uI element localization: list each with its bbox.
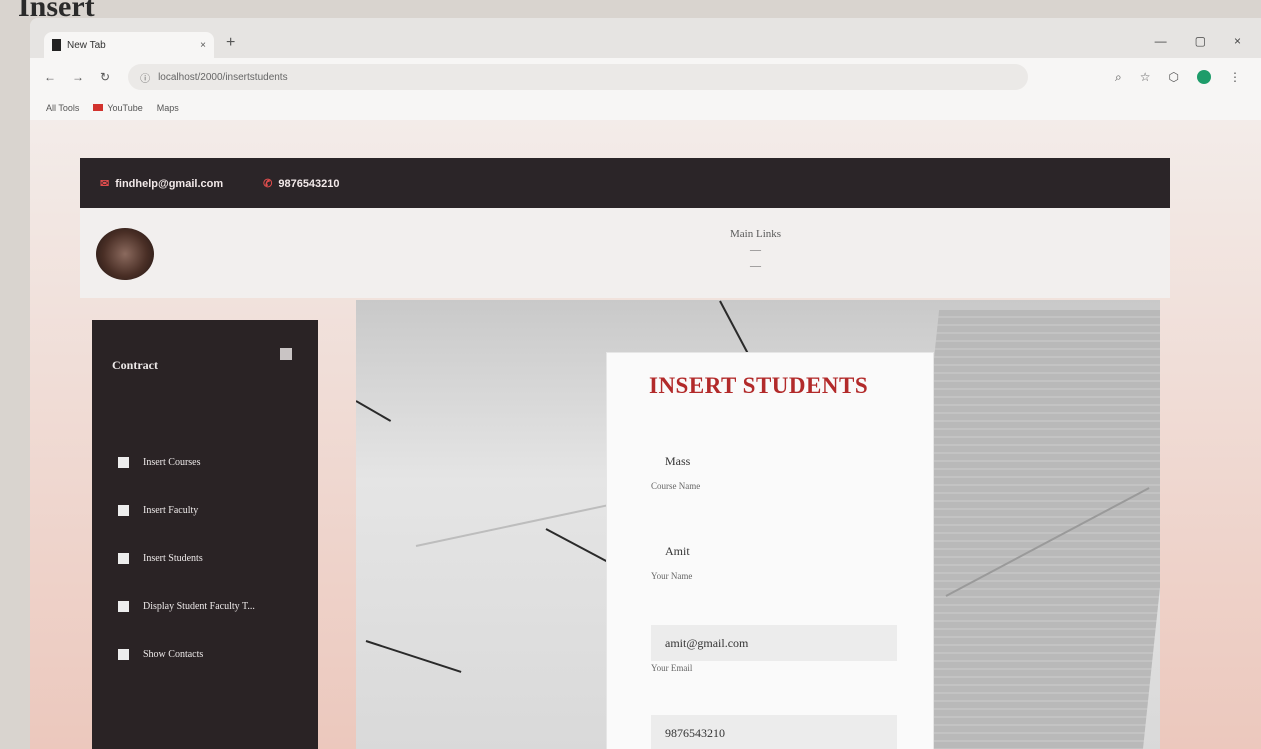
contact-topbar: ✉ findhelp@gmail.com ✆ 9876543210	[80, 158, 1170, 208]
close-window-button[interactable]: ×	[1234, 34, 1241, 48]
your-email-label: Your Email	[651, 663, 693, 673]
bookmarks-bar: All Tools YouTube Maps	[30, 96, 1261, 120]
address-bar[interactable]: ⓘ localhost/2000/insertstudents	[128, 64, 1029, 90]
site-info-icon[interactable]: ⓘ	[140, 70, 150, 85]
sidebar-item-display[interactable]: Display Student Faculty T...	[118, 582, 255, 630]
menu-kebab-icon[interactable]: ⋮	[1229, 70, 1241, 84]
back-button[interactable]: ←	[44, 70, 56, 84]
email-info[interactable]: ✉ findhelp@gmail.com	[100, 177, 223, 190]
bullet-icon	[118, 600, 129, 612]
reload-button[interactable]: ↻	[100, 70, 110, 84]
nav-link-3[interactable]: —	[750, 260, 761, 272]
tab-bar: New Tab × + — ▢ ×	[30, 18, 1261, 58]
form-title: INSERT STUDENTS	[649, 373, 869, 398]
site-logo[interactable]	[96, 228, 154, 280]
web-page: ✉ findhelp@gmail.com ✆ 9876543210 Main Lin…	[30, 120, 1261, 749]
nav-link-main[interactable]: Main Links	[730, 228, 781, 240]
your-email-field: amit@gmail.com Your Email	[651, 625, 897, 673]
bullet-icon	[118, 504, 129, 516]
phone-field: 9876543210	[651, 715, 897, 749]
new-tab-button[interactable]: +	[226, 34, 235, 52]
sidebar: Contract Insert Courses Insert Faculty I…	[92, 320, 318, 749]
bookmark-all-tools[interactable]: All Tools	[46, 103, 79, 113]
bullet-icon	[118, 552, 129, 564]
sidebar-item-insert-courses[interactable]: Insert Courses	[118, 438, 255, 486]
browser-toolbar: ← → ↻ ⓘ localhost/2000/insertstudents ⌕ …	[30, 58, 1261, 96]
forward-button[interactable]: →	[72, 70, 84, 84]
hamburger-icon[interactable]	[280, 348, 292, 360]
bullet-icon	[118, 456, 129, 468]
maximize-button[interactable]: ▢	[1195, 34, 1206, 48]
course-name-field: Mass Course Name	[651, 443, 897, 492]
hero-line	[545, 528, 609, 563]
phone-icon: ✆	[263, 177, 273, 190]
extensions-icon[interactable]: ⬡	[1169, 70, 1179, 84]
course-name-input[interactable]: Mass	[651, 443, 897, 479]
hero-line	[365, 640, 462, 673]
sidebar-item-show-contacts[interactable]: Show Contacts	[118, 630, 255, 678]
bookmark-maps[interactable]: Maps	[157, 103, 179, 113]
your-name-field: Amit Your Name	[651, 533, 897, 582]
your-name-input[interactable]: Amit	[651, 533, 897, 569]
sidebar-item-insert-students[interactable]: Insert Students	[118, 534, 255, 582]
phone-input[interactable]: 9876543210	[651, 715, 897, 749]
browser-tab[interactable]: New Tab ×	[44, 32, 214, 58]
insert-students-form: INSERT STUDENTS Mass Course Name Amit Yo…	[606, 352, 934, 749]
youtube-icon	[93, 104, 104, 111]
bullet-icon	[118, 648, 129, 660]
site-header: Main Links — —	[80, 208, 1170, 298]
zoom-icon[interactable]: ⌕	[1115, 70, 1122, 85]
close-tab-icon[interactable]: ×	[200, 40, 206, 51]
sidebar-menu: Insert Courses Insert Faculty Insert Stu…	[118, 438, 255, 678]
hero-line	[356, 400, 392, 422]
bookmark-youtube[interactable]: YouTube	[93, 103, 143, 113]
your-email-input[interactable]: amit@gmail.com	[651, 625, 897, 661]
hero-line	[719, 300, 750, 355]
sidebar-item-insert-faculty[interactable]: Insert Faculty	[118, 486, 255, 534]
url-text: localhost/2000/insertstudents	[158, 71, 288, 83]
minimize-button[interactable]: —	[1155, 34, 1167, 48]
browser-window: New Tab × + — ▢ × ← → ↻ ⓘ localhost/2000…	[30, 18, 1261, 749]
sidebar-title: Contract	[112, 358, 158, 372]
hero-line	[415, 503, 612, 547]
mail-icon: ✉	[100, 177, 110, 190]
phone-info[interactable]: ✆ 9876543210	[263, 177, 339, 190]
tab-title: New Tab	[67, 39, 106, 51]
favicon-icon	[52, 39, 61, 51]
nav-link-2[interactable]: —	[750, 244, 761, 256]
bookmark-star-icon[interactable]: ☆	[1140, 70, 1151, 84]
course-name-label: Course Name	[651, 481, 701, 491]
your-name-label: Your Name	[651, 571, 693, 581]
profile-avatar[interactable]	[1197, 70, 1211, 84]
header-nav: Main Links — —	[730, 228, 781, 272]
